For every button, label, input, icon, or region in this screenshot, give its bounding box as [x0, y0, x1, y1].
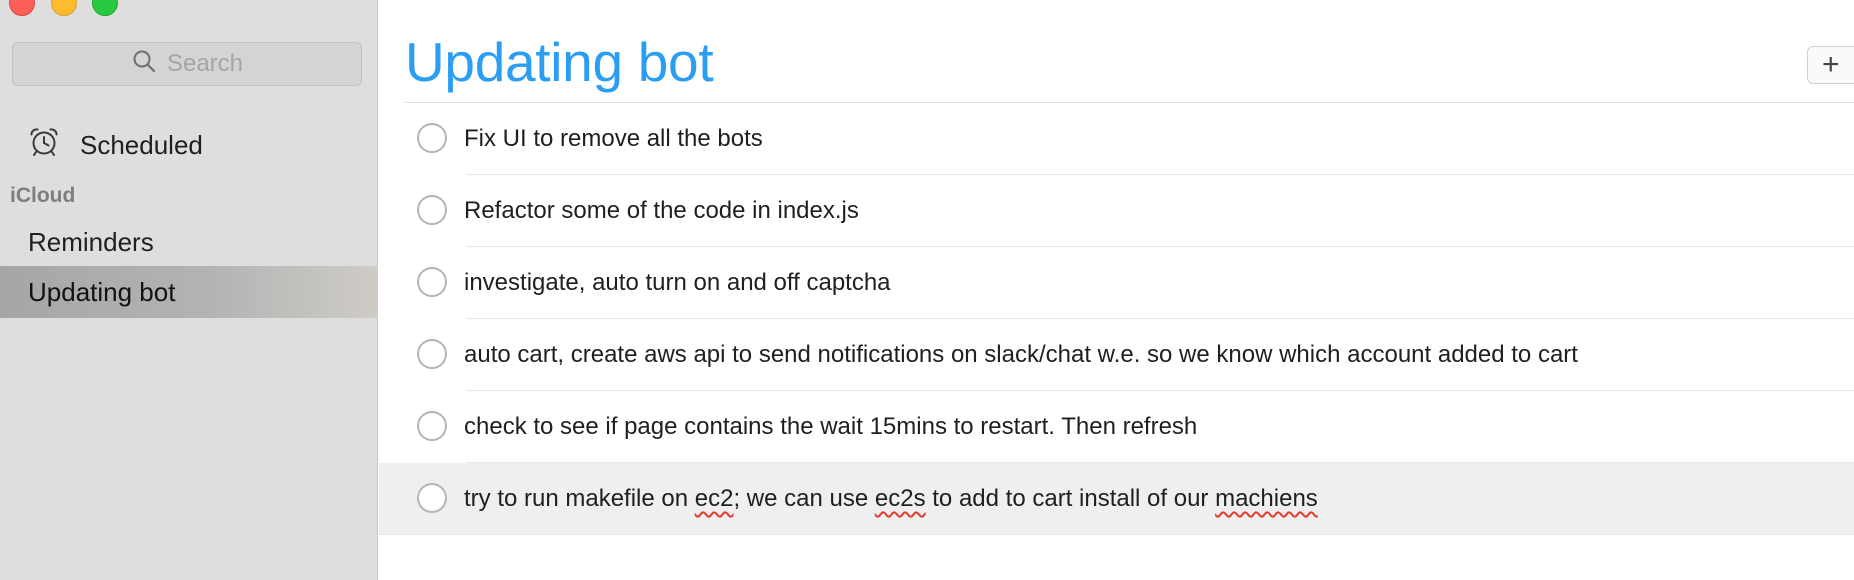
task-title-segment: auto cart, create aws api to send notifi… — [464, 341, 1578, 368]
task-row[interactable]: check to see if page contains the wait 1… — [379, 391, 1854, 463]
task-title-segment: ; we can use — [733, 485, 875, 512]
sidebar-item-scheduled[interactable]: Scheduled — [28, 125, 203, 165]
sidebar-item-label: Scheduled — [80, 129, 203, 160]
task-checkbox[interactable] — [417, 123, 447, 153]
task-checkbox[interactable] — [417, 195, 447, 225]
search-placeholder: Search — [166, 50, 244, 77]
task-checkbox[interactable] — [417, 339, 447, 369]
task-list: Fix UI to remove all the bots Refactor so… — [379, 103, 1854, 535]
sidebar-item-label: Updating bot — [28, 276, 176, 307]
misspelled-word: ec2 — [694, 485, 734, 512]
task-checkbox[interactable] — [417, 483, 447, 513]
task-title-segment: Refactor some of the code in index.js — [464, 197, 859, 224]
alarm-clock-icon — [28, 126, 60, 165]
task-title[interactable]: try to run makefile on ec2; we can use e… — [464, 485, 1318, 513]
task-title[interactable]: check to see if page contains the wait 1… — [464, 413, 1197, 441]
close-window-button[interactable] — [9, 0, 35, 16]
search-icon — [131, 48, 157, 81]
task-title-segment: to add to cart install of our — [925, 485, 1216, 512]
list-title[interactable]: Updating bot — [405, 30, 714, 94]
misspelled-word: ec2s — [874, 485, 926, 512]
task-row[interactable]: Fix UI to remove all the bots — [379, 103, 1854, 175]
task-row[interactable]: investigate, auto turn on and off captch… — [379, 247, 1854, 319]
search-input[interactable]: Search — [12, 42, 362, 86]
task-row[interactable]: Refactor some of the code in index.js — [379, 175, 1854, 247]
task-title[interactable]: Fix UI to remove all the bots — [464, 125, 763, 153]
task-row[interactable]: try to run makefile on ec2; we can use e… — [379, 463, 1854, 535]
add-reminder-button[interactable]: + — [1807, 46, 1854, 84]
task-row[interactable]: auto cart, create aws api to send notifi… — [379, 319, 1854, 391]
maximize-window-button[interactable] — [92, 0, 118, 16]
sidebar-item-reminders[interactable]: Reminders — [0, 216, 378, 268]
task-title[interactable]: Refactor some of the code in index.js — [464, 197, 859, 225]
reminder-list-pane: Updating bot + Fix UI to remove all the … — [379, 0, 1854, 580]
task-checkbox[interactable] — [417, 267, 447, 297]
section-header-icloud: iCloud — [10, 184, 76, 207]
sidebar-item-label: Reminders — [28, 226, 154, 257]
task-title[interactable]: auto cart, create aws api to send notifi… — [464, 341, 1578, 369]
task-title-segment: try to run makefile on — [464, 485, 695, 512]
task-title-segment: check to see if page contains the wait 1… — [464, 413, 1198, 440]
minimize-window-button[interactable] — [51, 0, 77, 16]
plus-icon: + — [1822, 48, 1840, 81]
sidebar: Search Scheduled iCloud Reminders Updati… — [0, 0, 378, 580]
misspelled-word: machiens — [1215, 485, 1318, 512]
task-title-segment: Fix UI to remove all the bots — [464, 125, 763, 152]
sidebar-item-updating-bot[interactable]: Updating bot — [0, 266, 378, 318]
task-title[interactable]: investigate, auto turn on and off captch… — [464, 269, 891, 297]
task-checkbox[interactable] — [417, 411, 447, 441]
task-title-segment: investigate, auto turn on and off captch… — [464, 269, 891, 296]
